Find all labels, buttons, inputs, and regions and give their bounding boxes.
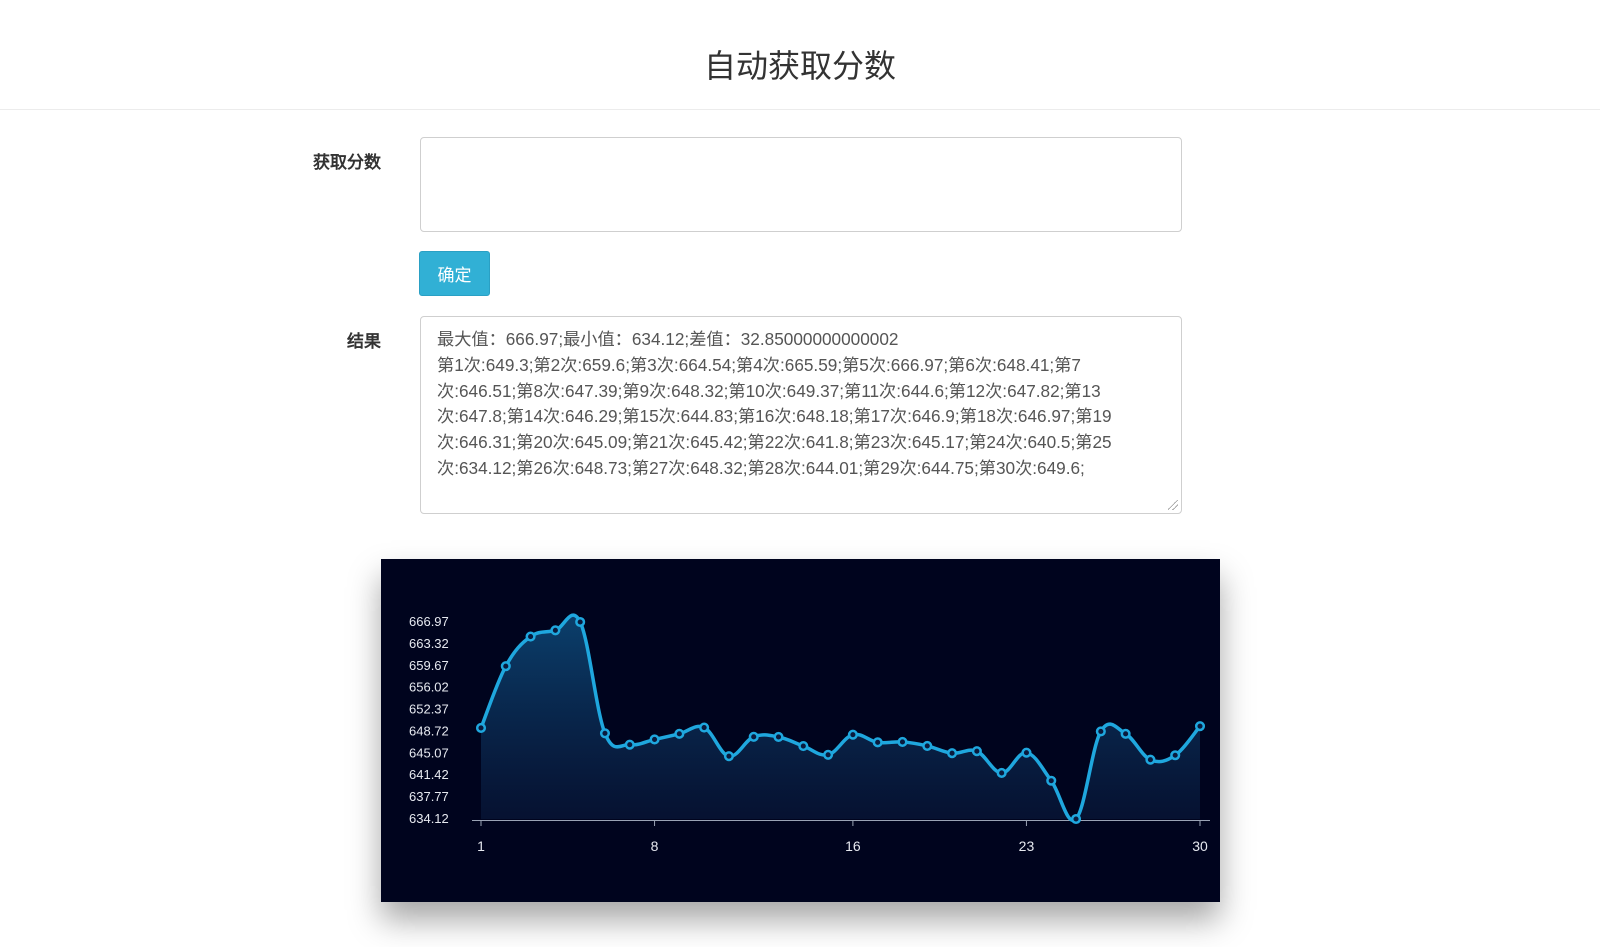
data-point[interactable]	[699, 722, 710, 733]
page-header: 自动获取分数	[0, 0, 1600, 110]
x-tick-label: 16	[845, 838, 861, 854]
x-tick-label: 30	[1192, 838, 1208, 854]
data-point[interactable]	[575, 616, 586, 628]
y-tick-label: 659.67	[409, 658, 449, 673]
data-point[interactable]	[1194, 721, 1206, 732]
page-title: 自动获取分数	[703, 47, 896, 85]
data-point[interactable]	[922, 740, 933, 751]
data-point[interactable]	[649, 734, 660, 745]
x-tick-label: 1	[477, 838, 485, 854]
data-point[interactable]	[798, 740, 809, 752]
data-point[interactable]	[773, 731, 784, 743]
result-line: 第1次:649.3;第2次:659.6;第3次:664.54;第4次:665.5…	[437, 354, 1081, 375]
data-point[interactable]	[1046, 775, 1057, 786]
y-tick-label: 648.72	[409, 723, 449, 738]
data-point[interactable]	[847, 729, 858, 740]
y-tick-label: 652.37	[409, 702, 449, 717]
data-point[interactable]	[599, 728, 611, 739]
data-point[interactable]	[971, 746, 982, 757]
data-point[interactable]	[624, 739, 635, 750]
data-point[interactable]	[748, 731, 759, 742]
confirm-button[interactable]: 确定	[419, 251, 490, 296]
data-point[interactable]	[1170, 750, 1181, 761]
result-textarea[interactable]: 最大值：666.97;最小值：634.12;差值：32.850000000000…	[420, 316, 1182, 514]
data-point[interactable]	[723, 751, 734, 762]
y-tick-label: 637.77	[409, 789, 449, 804]
result-line: 最大值：666.97;最小值：634.12;差值：32.850000000000…	[437, 329, 899, 349]
data-point[interactable]	[525, 631, 536, 642]
result-line: 次:646.31;第20次:645.09;第21次:645.42;第22次:64…	[437, 432, 1112, 453]
data-point[interactable]	[872, 737, 883, 748]
resize-handle-icon[interactable]	[1168, 500, 1178, 510]
data-point[interactable]	[897, 736, 908, 747]
score-label: 获取分数	[313, 153, 381, 173]
result-label: 结果	[347, 332, 381, 352]
result-line: 次:634.12;第26次:648.73;第27次:648.32;第28次:64…	[437, 457, 1085, 478]
data-point[interactable]	[1021, 747, 1032, 758]
data-point[interactable]	[996, 767, 1007, 778]
data-point[interactable]	[1120, 728, 1131, 739]
y-tick-label: 641.42	[409, 767, 449, 782]
data-point[interactable]	[1070, 813, 1082, 825]
data-point[interactable]	[947, 748, 958, 759]
x-tick-label: 23	[1019, 838, 1035, 854]
score-chart-svg: 666.97 663.32 659.67 656.02 652.37 648.72 645.…	[409, 613, 1210, 854]
chart-area	[481, 615, 1200, 821]
result-line: 次:647.8;第14次:646.29;第15次:644.83;第16次:648…	[437, 406, 1112, 427]
y-tick-label: 634.12	[409, 811, 449, 826]
data-point[interactable]	[500, 661, 511, 672]
data-point[interactable]	[823, 749, 834, 760]
score-chart: 666.97 663.32 659.67 656.02 652.37 648.72 645.…	[381, 559, 1220, 902]
data-point[interactable]	[674, 728, 685, 739]
y-tick-label: 656.02	[409, 680, 449, 695]
y-tick-label: 663.32	[409, 636, 449, 651]
data-point[interactable]	[1145, 754, 1156, 765]
score-input[interactable]	[420, 137, 1182, 232]
data-point[interactable]	[1095, 726, 1106, 737]
data-point[interactable]	[550, 625, 561, 636]
y-tick-label: 645.07	[409, 745, 449, 760]
data-point[interactable]	[475, 722, 487, 734]
y-tick-label: 666.97	[409, 614, 449, 629]
result-line: 次:646.51;第8次:647.39;第9次:648.32;第10次:649.…	[437, 380, 1101, 401]
x-tick-label: 8	[651, 838, 659, 854]
